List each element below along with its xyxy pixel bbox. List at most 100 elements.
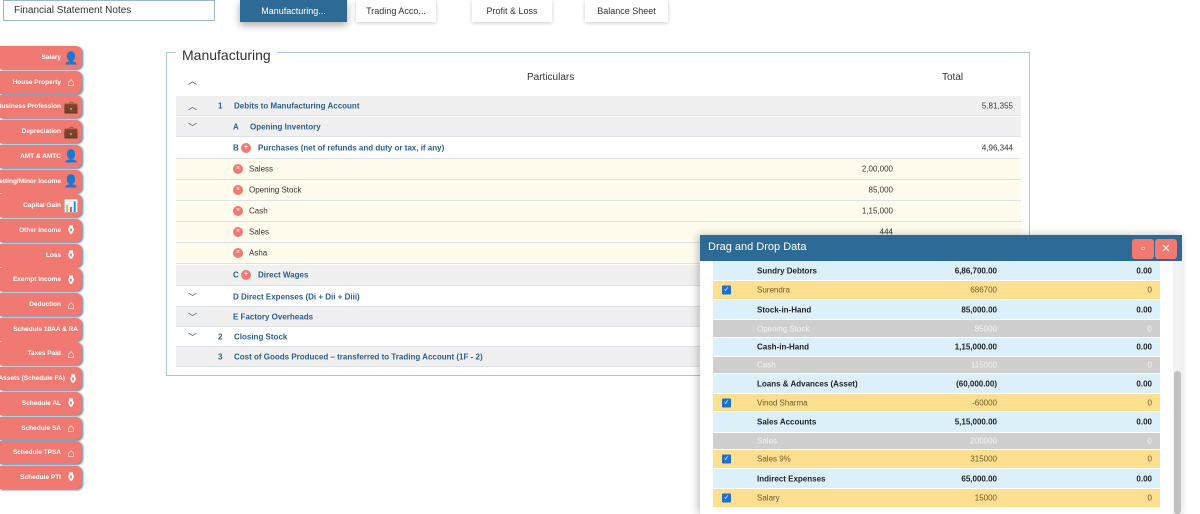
plant-icon: ⚱	[65, 272, 77, 287]
sidebar-item[interactable]: Capital Gain 📊	[0, 194, 82, 218]
remove-icon[interactable]: ×	[233, 206, 243, 216]
sidebar-item[interactable]: House Property ⌂	[0, 70, 82, 94]
row-checkbox[interactable]: ✓	[722, 398, 731, 407]
row-checkbox[interactable]: ✓	[722, 454, 731, 464]
row-label: Cash	[249, 206, 268, 216]
chevron-up-icon[interactable]: ︿	[188, 99, 197, 112]
sidebar-item[interactable]: Other Income ⚱	[0, 218, 82, 242]
row-label: Opening Stock	[249, 185, 302, 195]
sidebar-item[interactable]: Exempt Income ⚱	[0, 268, 82, 292]
table-row[interactable]: × Cash 1,15,000	[176, 201, 1021, 222]
row-label: Opening Inventory	[250, 122, 321, 131]
row-checkbox[interactable]: ✓	[722, 493, 731, 503]
chart-icon: 📊	[63, 198, 79, 213]
table-row[interactable]: × Opening Stock 85,000	[176, 180, 1021, 201]
add-icon[interactable]: +	[241, 143, 251, 153]
sidebar-item-label: Business Profession	[0, 103, 61, 111]
sidebar-item[interactable]: Schedule 10AA & RA	[0, 317, 82, 341]
ledger-other: 0.00	[1136, 379, 1152, 388]
sidebar-item[interactable]: Schedule AL ⚱	[0, 391, 82, 415]
ledger-other: 0.00	[1136, 266, 1152, 275]
sidebar-item-label: House Property	[12, 78, 61, 86]
group-row[interactable]: Sales Accounts 5,15,000.00 0.00	[713, 412, 1160, 432]
ledger-name: Cash-in-Hand	[757, 342, 809, 352]
sidebar-item[interactable]: AMT & AMTC 👤	[0, 144, 82, 168]
chevron-down-icon[interactable]: ﹀	[188, 330, 197, 343]
ledger-row[interactable]: ✓ Salary 15000 0	[713, 489, 1160, 507]
ledger-row[interactable]: ✓ Sales 9% 315000 0	[713, 450, 1160, 468]
plant-icon: ⚱	[65, 470, 77, 485]
remove-icon[interactable]: ×	[233, 227, 243, 237]
sidebar-item[interactable]: Betting/Minor Income 👤	[0, 169, 82, 193]
table-row[interactable]: ﹀ A Opening Inventory	[176, 117, 1021, 137]
ledger-row[interactable]: Opening Stock 85000 0	[713, 320, 1160, 337]
sidebar-item[interactable]: Schedule TPSA ⌂	[0, 441, 82, 465]
ledger-row[interactable]: ✓ Surendra 686700 0	[713, 281, 1160, 299]
row-checkbox[interactable]: ✓	[722, 285, 731, 295]
row-number: 1	[218, 101, 223, 110]
ledger-name: Indirect Expenses	[757, 474, 826, 483]
house-icon: ⌂	[67, 346, 75, 361]
sidebar-item[interactable]: Salary 👤	[0, 46, 82, 69]
sidebar-item-label: Schedule PTI	[20, 473, 61, 481]
ledger-name: Salary	[757, 493, 780, 503]
group-row[interactable]: Loans & Advances (Asset) (60,000.00) 0.00	[713, 374, 1160, 393]
ledger-amount: 200000	[970, 436, 997, 446]
row-total: 4,96,344	[981, 143, 1013, 153]
drag-drop-dialog[interactable]: Drag and Drop Data ▫ ✕ Sundry Debtors 6,8…	[700, 235, 1182, 514]
remove-icon[interactable]: ×	[233, 248, 243, 258]
ledger-row[interactable]: ✓ Vinod Sharma -60000 0	[713, 394, 1160, 411]
ledger-name: Sales Accounts	[757, 417, 817, 427]
ledger-name: Loans & Advances (Asset)	[757, 379, 858, 388]
statement-type-select[interactable]: Financial Statement Notes	[3, 0, 215, 21]
row-label: Debits to Manufacturing Account	[234, 101, 360, 110]
ledger-row[interactable]: Sales 200000 0	[713, 433, 1160, 449]
tab-manufacturing[interactable]: Manufacturing...	[240, 0, 347, 22]
add-icon[interactable]: +	[241, 270, 251, 280]
tab-profit-loss[interactable]: Profit & Loss	[472, 0, 552, 22]
sidebar-item[interactable]: Depreciation 💼	[0, 120, 82, 144]
ledger-amount: 686700	[970, 285, 997, 295]
collapse-all-icon[interactable]: ︿	[188, 74, 197, 87]
house-icon: ⌂	[67, 75, 75, 90]
row-amount: 85,000	[868, 185, 893, 195]
row-label: Direct Wages	[258, 270, 309, 280]
scrollbar-thumb[interactable]	[1174, 371, 1181, 514]
tab-balance-sheet[interactable]: Balance Sheet	[585, 0, 668, 22]
scrollbar[interactable]	[1173, 261, 1182, 514]
row-label: Saless	[249, 164, 274, 174]
sidebar-item[interactable]: Loss ⚱	[0, 243, 82, 267]
row-number: A	[233, 122, 239, 131]
chevron-down-icon[interactable]: ﹀	[188, 290, 197, 303]
chevron-down-icon[interactable]: ﹀	[188, 310, 197, 323]
ledger-amount: 15000	[974, 493, 997, 503]
briefcase-icon: 💼	[63, 99, 79, 114]
row-label: Cost of Goods Produced – transferred to …	[234, 352, 483, 361]
sidebar-item[interactable]: Schedule PTI ⚱	[0, 465, 82, 489]
sidebar-item[interactable]: Deduction ⌂	[0, 293, 82, 316]
table-row[interactable]: ︿ 1 Debits to Manufacturing Account 5,81,35…	[176, 96, 1021, 116]
chevron-down-icon[interactable]: ﹀	[188, 120, 197, 133]
group-row[interactable]: Indirect Expenses 65,000.00 0.00	[713, 469, 1160, 488]
remove-icon[interactable]: ×	[233, 164, 243, 174]
sidebar-item[interactable]: Taxes Paid ⌂	[0, 342, 82, 366]
group-row[interactable]: Cash-in-Hand 1,15,000.00 0.00	[713, 338, 1160, 356]
briefcase-icon: 💼	[63, 124, 79, 139]
group-row[interactable]: Sundry Debtors 6,86,700.00 0.00	[713, 261, 1160, 280]
sidebar-item-label: Salary	[41, 54, 61, 61]
sidebar-item[interactable]: Schedule SA ⌂	[0, 416, 82, 440]
table-row[interactable]: B + Purchases (net of refunds and duty or …	[176, 138, 1021, 159]
ledger-row[interactable]: Cash 115000 0	[713, 357, 1160, 373]
tab-trading-account[interactable]: Trading Acco...	[356, 0, 436, 22]
ledger-amount: 315000	[970, 454, 997, 464]
maximize-icon[interactable]: ▫	[1132, 239, 1154, 259]
section-title: Manufacturing	[176, 47, 277, 63]
sidebar-item[interactable]: Assets (Schedule FA) ⚱	[0, 367, 82, 391]
group-row[interactable]: Stock-in-Hand 85,000.00 0.00	[713, 300, 1160, 319]
sidebar-item-label: Deduction	[29, 301, 61, 308]
table-row[interactable]: × Saless 2,00,000	[176, 159, 1021, 180]
close-icon[interactable]: ✕	[1155, 239, 1177, 259]
sidebar-item[interactable]: Business Profession 💼	[0, 95, 82, 119]
ledger-other: 0.00	[1136, 342, 1152, 352]
remove-icon[interactable]: ×	[233, 185, 243, 195]
